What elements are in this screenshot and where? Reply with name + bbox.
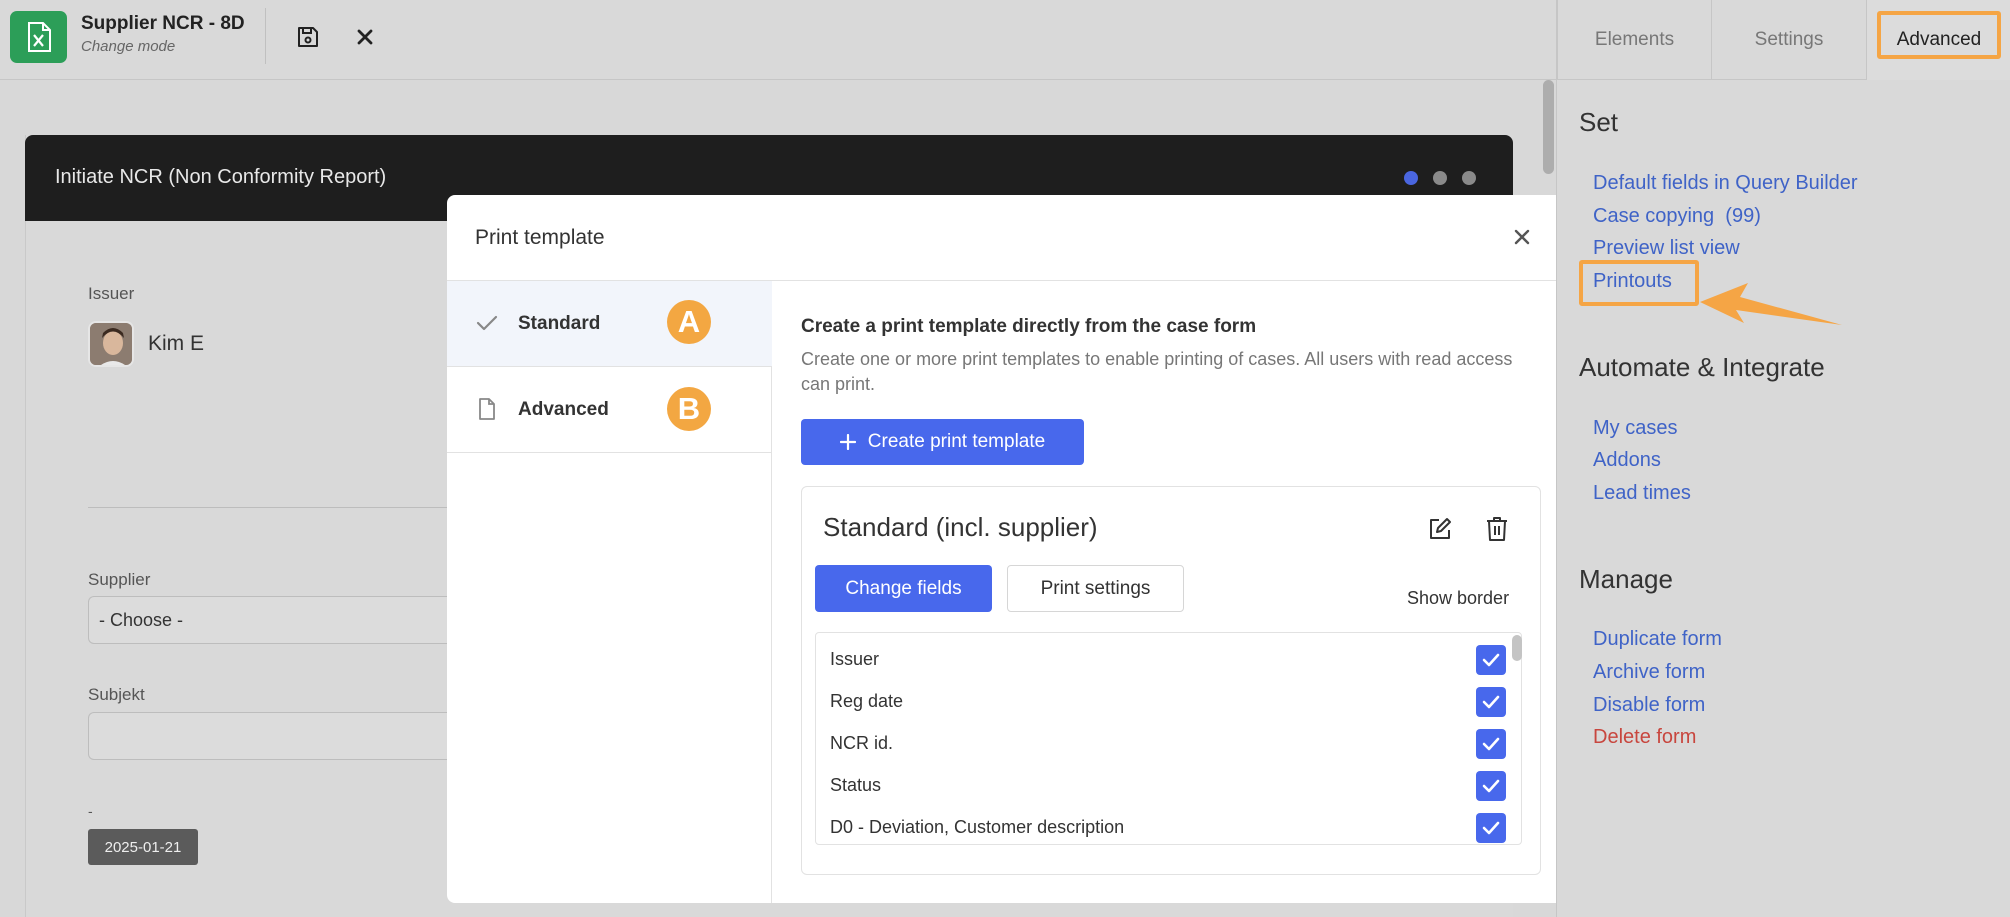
field-checkbox[interactable] <box>1476 687 1506 717</box>
supplier-label: Supplier <box>88 570 151 589</box>
check-icon <box>475 311 499 335</box>
checkmark-icon <box>1482 653 1500 667</box>
save-button[interactable] <box>291 20 325 54</box>
field-checkbox[interactable] <box>1476 813 1506 843</box>
page-dot-3[interactable] <box>1462 171 1476 185</box>
subject-input[interactable] <box>88 712 448 760</box>
template-type-sidebar: Standard A Advanced B <box>447 281 772 903</box>
issuer-name: Kim E <box>148 332 205 355</box>
issuer-label: Issuer <box>88 284 135 303</box>
tab-elements[interactable]: Elements <box>1557 0 1711 80</box>
link-preview-list-view[interactable]: Preview list view <box>1593 237 1740 260</box>
checkmark-icon <box>1482 695 1500 709</box>
show-border-toggle-label[interactable]: Show border <box>1407 588 1509 609</box>
automate-heading: Automate & Integrate <box>1579 352 1825 382</box>
content-description: Create one or more print templates to en… <box>801 349 1513 394</box>
field-row-reg-date[interactable]: Reg date <box>830 682 1506 724</box>
trash-icon <box>1487 517 1507 541</box>
checkmark-icon <box>1482 737 1500 751</box>
page-scrollbar-thumb[interactable] <box>1543 80 1554 174</box>
field-row-d0-deviation[interactable]: D0 - Deviation, Customer description <box>830 808 1506 844</box>
modal-title: Print template <box>475 226 605 249</box>
link-delete-form[interactable]: Delete form <box>1593 726 1696 749</box>
floppy-disk-icon <box>298 27 318 47</box>
close-icon <box>357 29 373 45</box>
field-row-status[interactable]: Status <box>830 766 1506 808</box>
field-row-ncr-id[interactable]: NCR id. <box>830 724 1506 766</box>
highlight-advanced-tab <box>1877 11 2001 59</box>
change-fields-button[interactable]: Change fields <box>815 565 992 612</box>
template-name: Standard (incl. supplier) <box>823 512 1098 542</box>
form-mode: Change mode <box>81 38 176 55</box>
create-button-label: Create print template <box>867 431 1046 452</box>
form-section-title: Initiate NCR (Non Conformity Report) <box>55 166 387 188</box>
field-list-scrollbar-thumb[interactable] <box>1512 635 1522 661</box>
print-settings-button[interactable]: Print settings <box>1007 565 1184 612</box>
top-bar: Supplier NCR - 8D Change mode <box>0 0 1556 80</box>
sidebar-item-advanced[interactable]: Advanced B <box>447 367 772 453</box>
set-heading: Set <box>1579 107 1619 137</box>
edit-template-button[interactable] <box>1424 513 1456 545</box>
page-dot-2[interactable] <box>1433 171 1447 185</box>
field-name: Issuer <box>830 649 880 669</box>
date-label: - <box>88 803 93 819</box>
date-chip[interactable]: 2025-01-21 <box>88 829 198 865</box>
sidebar-item-label: Advanced <box>518 399 609 420</box>
link-duplicate-form[interactable]: Duplicate form <box>1593 628 1722 651</box>
close-button[interactable] <box>348 20 382 54</box>
plus-icon <box>839 434 856 450</box>
highlight-printouts <box>1579 260 1699 306</box>
field-checkbox[interactable] <box>1476 645 1506 675</box>
link-addons[interactable]: Addons <box>1593 449 1661 472</box>
checkmark-icon <box>1482 779 1500 793</box>
close-icon <box>1514 229 1530 245</box>
field-name: Reg date <box>830 691 904 711</box>
tab-settings[interactable]: Settings <box>1711 0 1866 80</box>
page-dot-1[interactable] <box>1404 171 1418 185</box>
manage-heading: Manage <box>1579 564 1673 594</box>
supplier-select[interactable]: - Choose - <box>88 596 448 644</box>
toolbar-divider <box>265 8 266 64</box>
field-checkbox[interactable] <box>1476 729 1506 759</box>
field-name: Status <box>830 775 882 795</box>
sidebar-item-label: Standard <box>518 313 601 334</box>
content-title: Create a print template directly from th… <box>801 316 1257 337</box>
modal-close-button[interactable] <box>1507 222 1537 252</box>
avatar <box>88 321 134 367</box>
print-template-modal: Print template Standard A Advanced B Cre… <box>447 195 1568 903</box>
right-panel: Elements Settings Advanced Set Default f… <box>1556 0 2010 917</box>
callout-badge-b: B <box>667 387 711 431</box>
document-icon <box>475 397 499 421</box>
checkmark-icon <box>1482 821 1500 835</box>
edit-icon <box>1430 518 1451 539</box>
field-list: Issuer Reg date NCR id. Status D0 - Devi… <box>815 632 1522 845</box>
field-row-issuer[interactable]: Issuer <box>830 640 1506 682</box>
sidebar-item-standard[interactable]: Standard A <box>447 281 772 367</box>
modal-header: Print template <box>447 195 1568 281</box>
callout-arrow-icon <box>1700 283 1842 325</box>
field-name: NCR id. <box>830 733 894 753</box>
form-title: Supplier NCR - 8D <box>81 13 245 34</box>
delete-template-button[interactable] <box>1481 513 1513 545</box>
create-print-template-button[interactable]: Create print template <box>801 419 1084 465</box>
subject-label: Subjekt <box>88 685 145 704</box>
link-disable-form[interactable]: Disable form <box>1593 694 1705 717</box>
field-name: D0 - Deviation, Customer description <box>830 817 1125 837</box>
link-lead-times[interactable]: Lead times <box>1593 482 1691 505</box>
link-archive-form[interactable]: Archive form <box>1593 661 1705 684</box>
excel-form-icon <box>10 11 67 63</box>
callout-badge-a: A <box>667 300 711 344</box>
link-default-fields[interactable]: Default fields in Query Builder <box>1593 172 1858 195</box>
field-checkbox[interactable] <box>1476 771 1506 801</box>
form-divider <box>88 507 448 508</box>
link-my-cases[interactable]: My cases <box>1593 417 1677 440</box>
link-case-copying[interactable]: Case copying (99) <box>1593 205 1761 228</box>
